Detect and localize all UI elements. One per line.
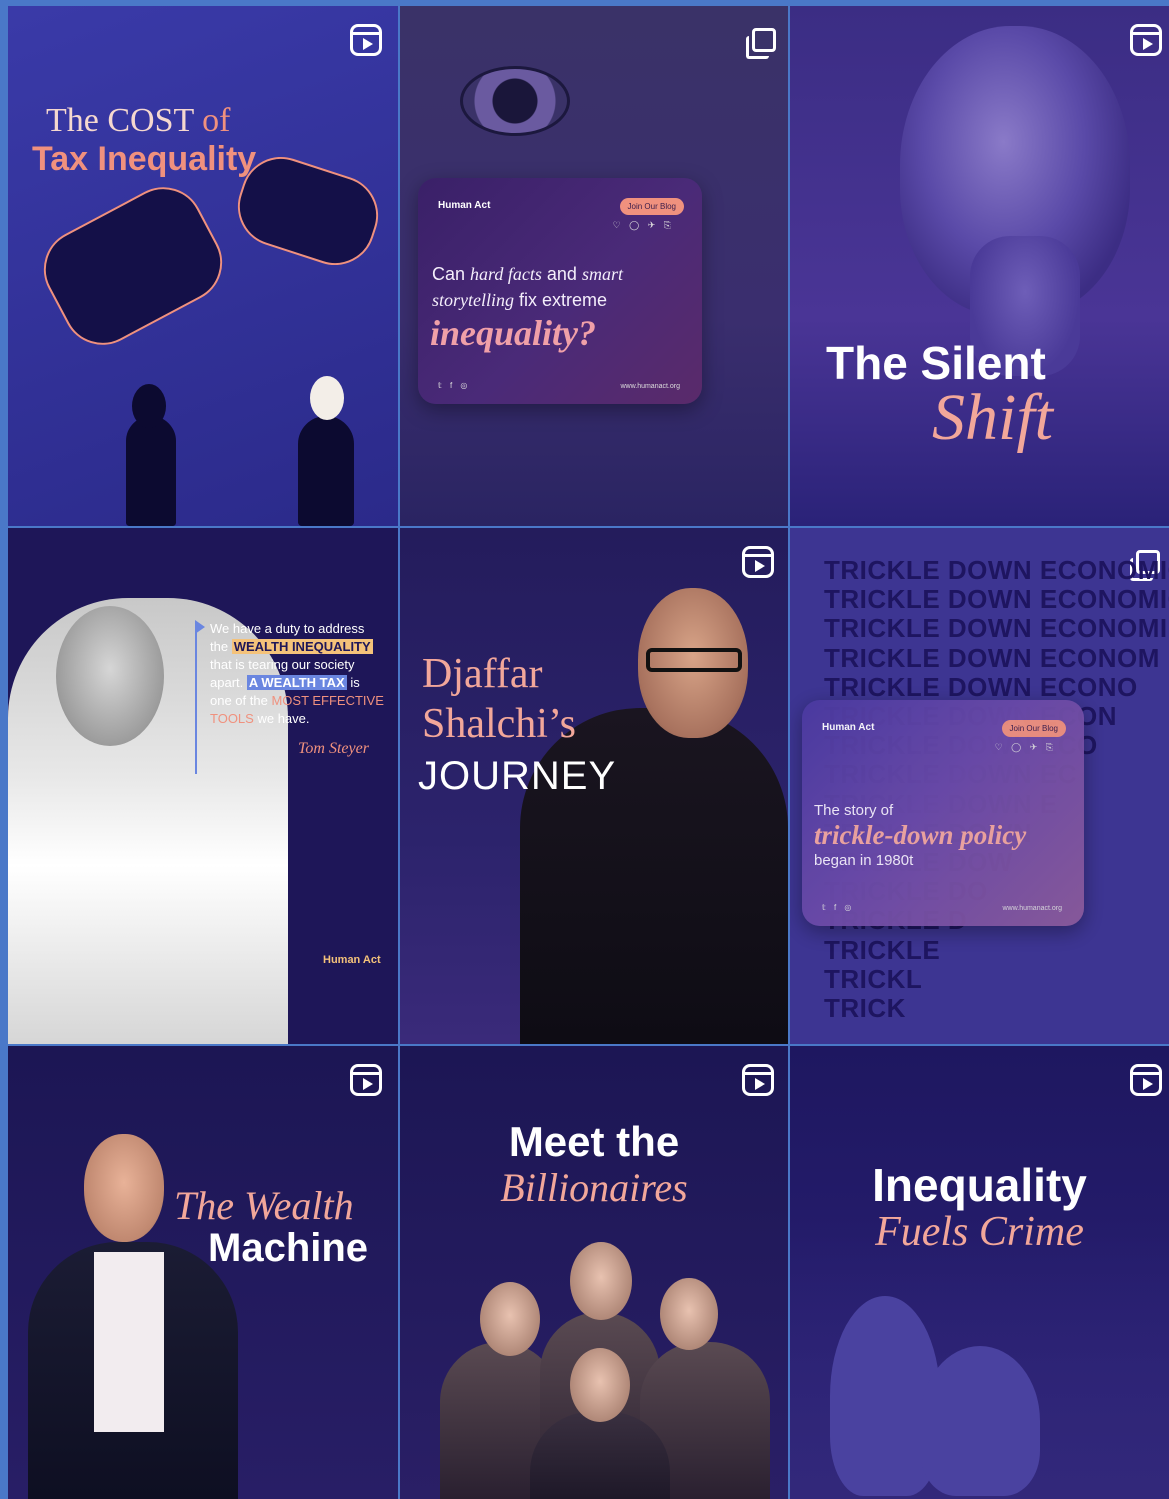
- person-face: [660, 1278, 718, 1350]
- post-title-line1: The COST of: [46, 102, 231, 139]
- social-links-icon: 𝕥 f ◎: [822, 903, 855, 912]
- person-face: [570, 1348, 630, 1422]
- post-tile-inequality-crime[interactable]: Inequality Fuels Crime: [790, 1046, 1169, 1499]
- quote-text: We have a duty to address the WEALTH INE…: [210, 621, 384, 726]
- post-title-line2: Machine: [208, 1226, 369, 1270]
- post-title-line1: Inequality: [872, 1159, 1087, 1211]
- post-title-line3: JOURNEY: [418, 754, 617, 798]
- story-line3: began in 1980t: [814, 852, 914, 869]
- post-tile-tom-steyer-quote[interactable]: We have a duty to address the WEALTH INE…: [8, 528, 398, 1044]
- hooded-figure: [920, 1346, 1040, 1496]
- post-text-line3: inequality?: [430, 313, 597, 353]
- social-actions-icon: ♡ ◯ ✈ ⎘: [612, 220, 674, 230]
- trickle-line: TRICKLE DOWN ECONOMI: [824, 613, 1168, 644]
- post-tile-silent-shift[interactable]: The Silent Shift: [790, 6, 1169, 526]
- post-title-line2: Tax Inequality: [32, 140, 257, 178]
- trickle-line: TRICKLE: [824, 934, 941, 965]
- figure-right: [298, 416, 354, 526]
- figure-left-head: [132, 384, 166, 428]
- trickle-line: TRICKLE DOWN ECONOMICS: [824, 555, 1169, 585]
- post-tile-hard-facts[interactable]: Human Act Join Our Blog ♡ ◯ ✈ ⎘ 𝕥 f ◎ ww…: [400, 6, 788, 526]
- reels-icon: [1130, 24, 1162, 56]
- reels-icon: [742, 546, 774, 578]
- post-tile-djaffar-journey[interactable]: Djaffar Shalchi’s JOURNEY: [400, 528, 788, 1044]
- post-title-line1: The Wealth: [174, 1183, 354, 1228]
- post-card: Human Act Join Our Blog ♡ ◯ ✈ ⎘ The stor…: [802, 700, 1084, 926]
- trickle-line: TRICKLE DOWN ECONO: [824, 671, 1138, 702]
- reels-icon: [350, 1064, 382, 1096]
- carousel-icon: [746, 28, 776, 59]
- website-label: www.humanact.org: [620, 383, 680, 390]
- brand-label: Human Act: [438, 200, 491, 211]
- man-face: [84, 1134, 164, 1242]
- brand-label: Human Act: [323, 954, 381, 966]
- reels-icon: [742, 1064, 774, 1096]
- trickle-line: TRICKLE DOWN ECONOM: [824, 642, 1160, 673]
- billionaires-group-photo: [430, 1232, 780, 1499]
- post-tile-trickle-down[interactable]: TRICKLE DOWN ECONOMICS TRICKLE DOWN ECONO…: [790, 528, 1169, 1044]
- post-title-line2: Shalchi’s: [422, 701, 576, 747]
- post-title-line1: Meet the: [508, 1118, 680, 1165]
- post-tile-tax-inequality[interactable]: The COST of Tax Inequality: [8, 6, 398, 526]
- glasses: [646, 648, 742, 672]
- social-actions-icon: ♡ ◯ ✈ ⎘: [994, 742, 1056, 752]
- post-tile-wealth-machine[interactable]: The Wealth Machine: [8, 1046, 398, 1499]
- figure-left: [126, 416, 176, 526]
- story-line2: trickle-down policy: [814, 820, 1027, 850]
- trickle-line: TRICKL: [824, 963, 923, 994]
- trickle-line: TRICKLE DOWN ECONOMIC: [824, 584, 1169, 615]
- trickle-line: TRICK: [824, 993, 906, 1023]
- puppeteer-hand-left: [29, 173, 237, 359]
- post-text-line1: Can hard facts and smart: [432, 264, 623, 284]
- post-tile-meet-billionaires[interactable]: Meet the Billionaires: [400, 1046, 788, 1499]
- story-line1: The story of: [814, 802, 894, 819]
- quote-author: Tom Steyer: [298, 740, 369, 757]
- eye-illustration: [460, 66, 570, 136]
- social-links-icon: 𝕥 f ◎: [438, 381, 471, 390]
- white-shirt: [94, 1252, 164, 1432]
- quote-bar: [195, 624, 197, 774]
- post-text-line2: storytelling fix extreme: [432, 290, 608, 310]
- reels-icon: [1130, 1064, 1162, 1096]
- website-label: www.humanact.org: [1002, 905, 1062, 912]
- post-title-line2: Billionaires: [500, 1165, 688, 1210]
- post-title-line1: Djaffar: [422, 651, 543, 697]
- profile-post-grid: The COST of Tax Inequality Human Act Joi…: [8, 6, 1169, 1499]
- quote-marker-icon: [195, 620, 205, 634]
- tom-steyer-face: [56, 606, 164, 746]
- post-title-line2: Shift: [932, 381, 1054, 454]
- figure-right-head: [310, 376, 344, 420]
- person-face: [480, 1282, 540, 1356]
- person-face: [570, 1242, 632, 1320]
- post-title-line2: Fuels Crime: [875, 1209, 1084, 1255]
- join-blog-button[interactable]: Join Our Blog: [619, 198, 684, 215]
- reels-icon: [350, 24, 382, 56]
- brand-label: Human Act: [822, 722, 875, 733]
- join-blog-button[interactable]: Join Our Blog: [1001, 720, 1066, 737]
